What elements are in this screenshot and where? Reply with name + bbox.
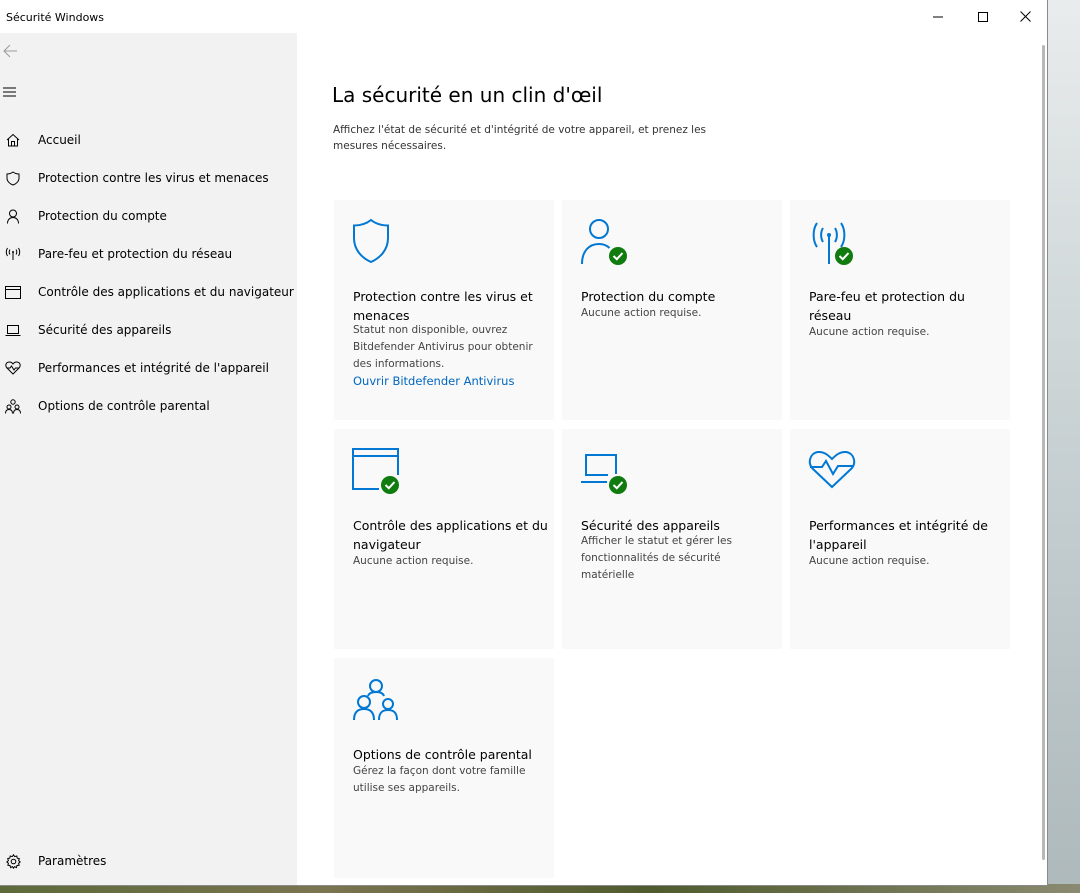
tile-description: Aucune action requise. <box>581 307 702 319</box>
sidebar-item-settings[interactable]: Paramètres <box>0 843 297 879</box>
tile-title: Performances et intégrité de l'appareil <box>809 518 988 552</box>
tile-title: Protection du compte <box>581 289 716 304</box>
page-description: Affichez l'état de sécurité et d'intégri… <box>333 124 707 152</box>
maximize-button[interactable] <box>960 0 1006 33</box>
main-content: La sécurité en un clin d'œil Affichez l'… <box>297 33 1047 885</box>
checkmark-badge-icon <box>609 247 627 265</box>
tile-device-performance[interactable]: Performances et intégrité de l'appareil … <box>790 429 1010 649</box>
tile-account-protection[interactable]: Protection du compte Aucune action requi… <box>562 200 782 420</box>
tile-device-security[interactable]: Sécurité des appareils Afficher le statu… <box>562 429 782 649</box>
sidebar-item-label: Performances et intégrité de l'appareil <box>38 361 269 375</box>
sidebar-item-label: Accueil <box>38 133 81 147</box>
tile-title: Pare-feu et protection du réseau <box>809 289 965 323</box>
heart-pulse-icon <box>4 359 22 377</box>
minimize-icon <box>933 16 943 17</box>
page-title: La sécurité en un clin d'œil <box>332 83 603 107</box>
tile-firewall[interactable]: Pare-feu et protection du réseau Aucune … <box>790 200 1010 420</box>
sidebar-item-virus-protection[interactable]: Protection contre les virus et menaces <box>0 160 297 196</box>
antenna-icon <box>812 222 853 265</box>
back-button[interactable] <box>2 43 22 61</box>
sidebar-item-home[interactable]: Accueil <box>0 122 297 158</box>
checkmark-badge-icon <box>609 476 627 494</box>
hamburger-menu-icon <box>3 87 16 97</box>
security-window: Sécurité Windows Accueil Protection cont… <box>0 0 1048 886</box>
title-bar: Sécurité Windows <box>0 0 1047 33</box>
open-bitdefender-link[interactable]: Ouvrir Bitdefender Antivirus <box>353 374 514 388</box>
sidebar-item-device-security[interactable]: Sécurité des appareils <box>0 312 297 348</box>
sidebar-item-label: Sécurité des appareils <box>38 323 172 337</box>
tile-title: Protection contre les virus et menaces <box>353 289 533 323</box>
shield-icon <box>353 218 389 264</box>
desktop-background-right <box>1048 0 1080 893</box>
sidebar: Accueil Protection contre les virus et m… <box>0 33 297 885</box>
tile-family-options[interactable]: Options de contrôle parental Gérez la fa… <box>334 658 554 878</box>
shield-icon <box>4 169 22 187</box>
sidebar-item-app-browser-control[interactable]: Contrôle des applications et du navigate… <box>0 274 297 310</box>
maximize-icon <box>978 11 988 22</box>
family-icon <box>4 397 22 415</box>
window-title: Sécurité Windows <box>6 11 105 24</box>
tile-description: Gérez la façon dont votre famille utilis… <box>353 765 526 794</box>
close-button[interactable] <box>1002 0 1047 33</box>
home-icon <box>4 131 22 149</box>
sidebar-item-device-performance[interactable]: Performances et intégrité de l'appareil <box>0 350 297 386</box>
tile-description: Statut non disponible, ouvrez Bitdefende… <box>353 324 533 370</box>
laptop-icon <box>4 321 22 339</box>
heart-pulse-icon <box>808 450 856 489</box>
sidebar-item-label: Protection contre les virus et menaces <box>38 171 269 185</box>
tile-description: Aucune action requise. <box>809 326 930 338</box>
vertical-scrollbar[interactable] <box>1042 45 1045 860</box>
sidebar-item-family-options[interactable]: Options de contrôle parental <box>0 388 297 424</box>
tile-app-browser-control[interactable]: Contrôle des applications et du navigate… <box>334 429 554 649</box>
gear-icon <box>4 852 22 870</box>
tile-virus-protection[interactable]: Protection contre les virus et menaces S… <box>334 200 554 420</box>
tile-title: Options de contrôle parental <box>353 747 532 762</box>
sidebar-item-label: Paramètres <box>38 854 107 868</box>
sidebar-item-label: Pare-feu et protection du réseau <box>38 247 233 261</box>
browser-window-icon <box>4 283 22 301</box>
tile-description: Aucune action requise. <box>353 555 474 567</box>
back-arrow-icon <box>3 44 17 58</box>
tile-description: Afficher le statut et gérer les fonction… <box>581 535 732 581</box>
tile-description: Aucune action requise. <box>809 555 930 567</box>
close-icon <box>1019 11 1031 22</box>
antenna-icon <box>4 245 22 263</box>
menu-button[interactable] <box>2 84 22 102</box>
tile-title: Contrôle des applications et du navigate… <box>353 518 548 552</box>
sidebar-item-account-protection[interactable]: Protection du compte <box>0 198 297 234</box>
sidebar-item-label: Protection du compte <box>38 209 167 223</box>
person-icon <box>581 219 627 265</box>
laptop-icon <box>581 454 627 494</box>
minimize-button[interactable] <box>915 0 961 33</box>
checkmark-badge-icon <box>835 247 853 265</box>
checkmark-badge-icon <box>381 476 399 494</box>
sidebar-item-label: Contrôle des applications et du navigate… <box>38 285 294 299</box>
family-icon <box>353 679 398 721</box>
browser-window-icon <box>352 448 399 494</box>
sidebar-item-firewall[interactable]: Pare-feu et protection du réseau <box>0 236 297 272</box>
sidebar-item-label: Options de contrôle parental <box>38 399 210 413</box>
person-icon <box>4 207 22 225</box>
